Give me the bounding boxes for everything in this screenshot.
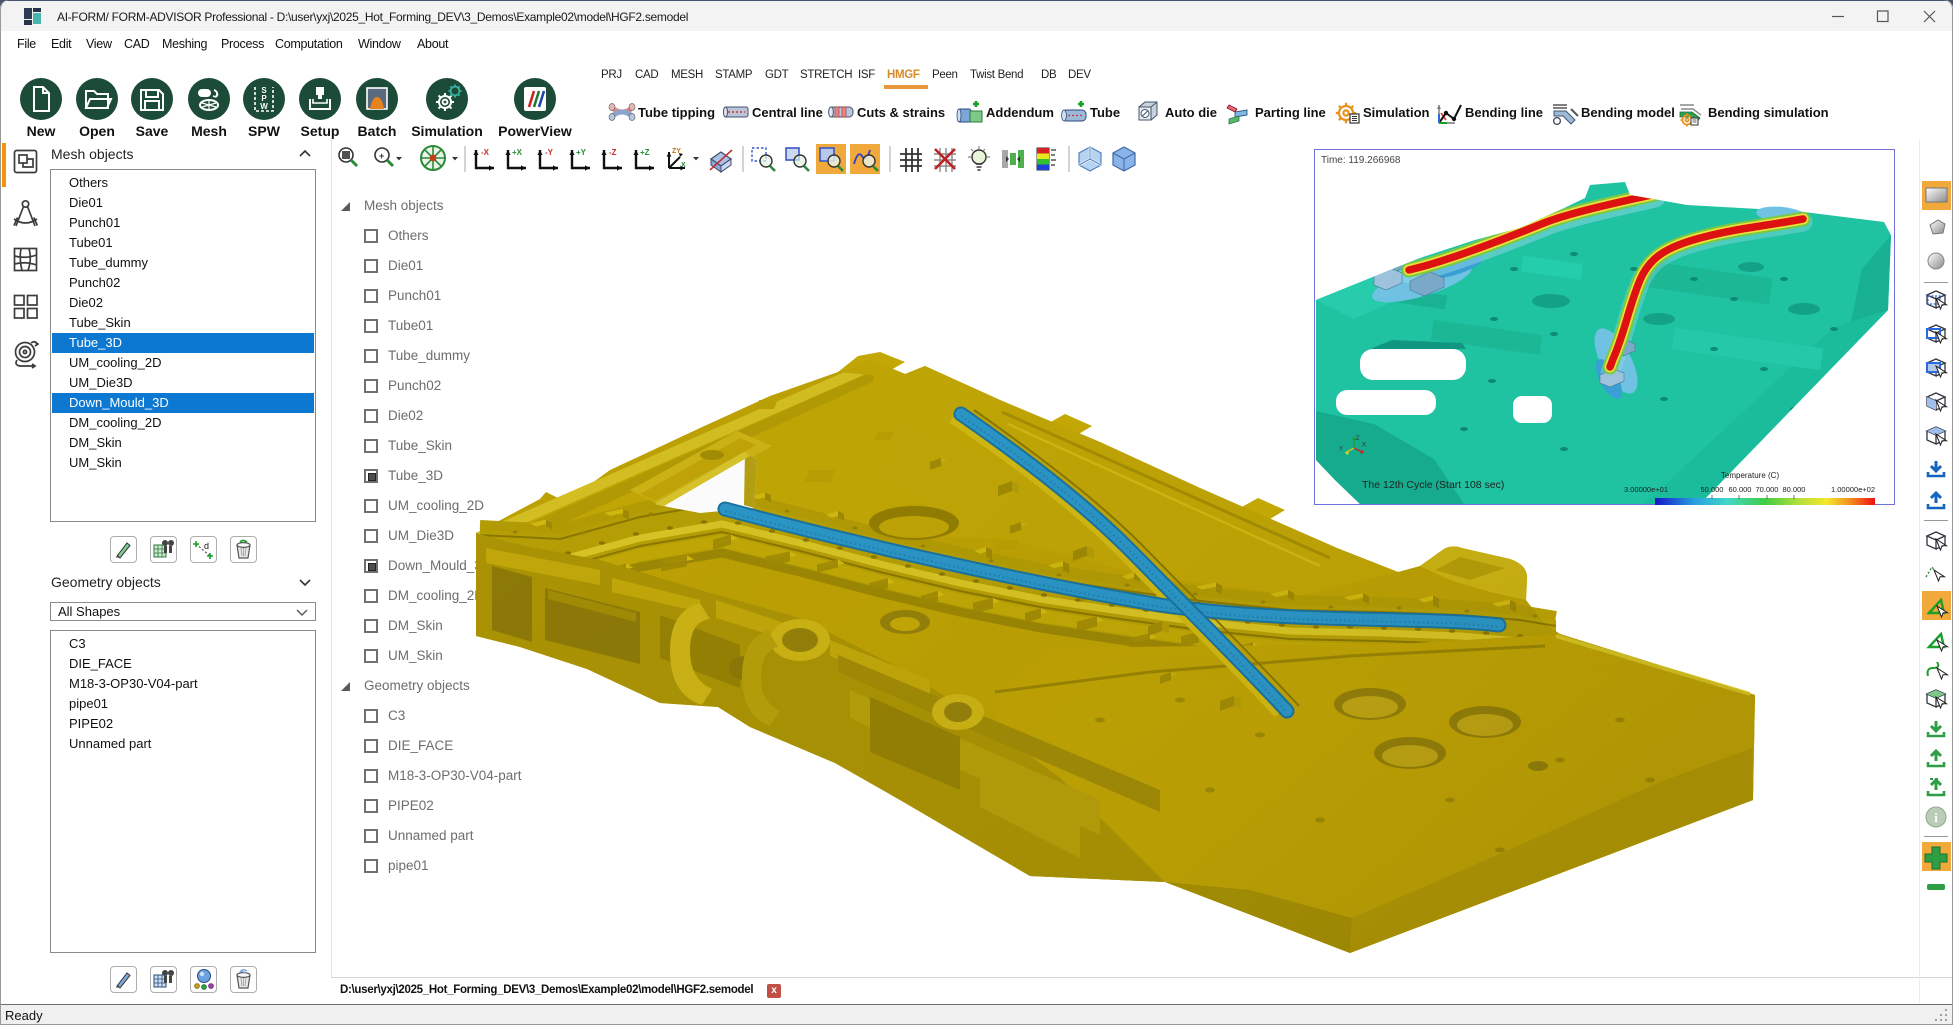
svg-text:60.000: 60.000	[1729, 485, 1752, 494]
svg-text:3.00000e+01: 3.00000e+01	[1624, 485, 1668, 494]
svg-text:Y: Y	[1339, 445, 1344, 452]
svg-text:The 12th Cycle (Start 108 sec): The 12th Cycle (Start 108 sec)	[1362, 479, 1504, 491]
svg-text:i: i	[1934, 810, 1938, 825]
svg-text:50.000: 50.000	[1701, 485, 1724, 494]
svg-text:Time: 119.266968: Time: 119.266968	[1321, 155, 1401, 166]
svg-text:X: X	[1362, 441, 1367, 448]
svg-text:Z: Z	[1356, 435, 1360, 442]
svg-text:Temperature (C): Temperature (C)	[1721, 471, 1780, 480]
svg-text:80.000: 80.000	[1783, 485, 1806, 494]
svg-text:70.000: 70.000	[1756, 485, 1779, 494]
svg-text:1.00000e+02: 1.00000e+02	[1831, 485, 1875, 494]
svg-text:W: W	[260, 102, 268, 111]
svg-text:d: d	[204, 541, 209, 551]
